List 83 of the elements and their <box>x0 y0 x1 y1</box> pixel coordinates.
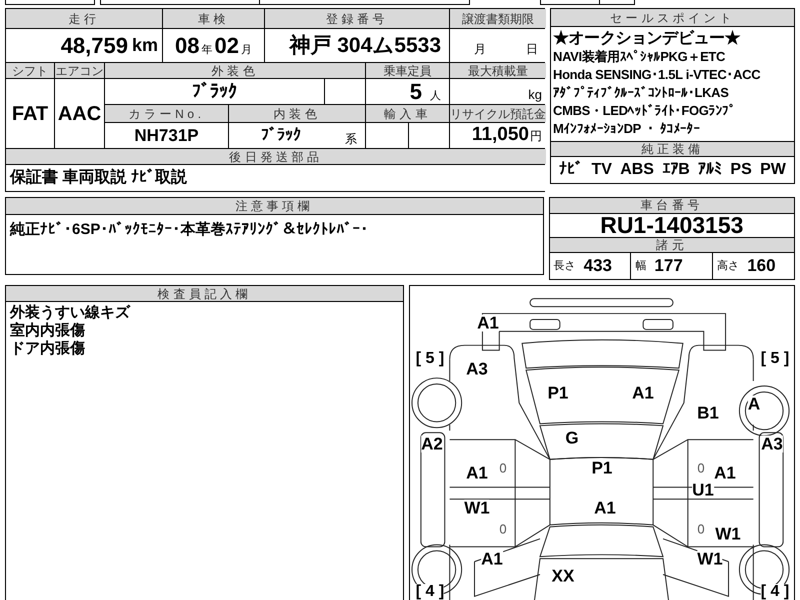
shift-value: FAT <box>6 79 54 148</box>
section-header: 検査員記入欄 <box>6 286 403 302</box>
panel-count-text: 0 <box>697 522 705 536</box>
table-header: エアコン <box>55 63 104 78</box>
deadline-value: 月 日 <box>450 29 546 62</box>
damage-code: W1 <box>715 526 741 542</box>
spec-value: 433 <box>584 255 612 278</box>
sales-point-line: CMBS・LEDﾍｯﾄﾞﾗｲﾄ･FOGﾗﾝﾌﾟ <box>553 102 737 120</box>
interior-color-value: ﾌﾞﾗｯｸ 系 <box>229 123 365 148</box>
table-header: 車検 <box>163 9 264 28</box>
table-header: リサイクル預託金 <box>450 105 546 122</box>
inspector-note: ドア内張傷 <box>10 340 86 358</box>
spec-label: 長さ <box>554 258 576 274</box>
damage-code: G <box>565 430 579 446</box>
table-header: 乗車定員 <box>366 63 449 78</box>
damage-code: U1 <box>692 482 714 498</box>
inspector-note: 室内内張傷 <box>10 322 86 340</box>
spec-label: 高さ <box>717 258 740 274</box>
table-header: 最大積載量 <box>450 63 546 78</box>
recycling-fee-value: 11,050 円 <box>450 123 546 148</box>
panel-count-text: 0 <box>499 462 507 474</box>
damage-code: A1 <box>714 464 736 482</box>
table-header: 後日発送部品 <box>6 149 546 164</box>
table-header: 走行 <box>6 9 162 28</box>
damage-code: A2 <box>421 436 443 452</box>
equipment-item: PW <box>760 160 786 180</box>
spec-label: 幅 <box>635 258 646 274</box>
panel-count-text: 0 <box>499 522 507 536</box>
sales-point-line: ★オークションデビュー★ <box>553 30 742 48</box>
section-header: 純正装備 <box>551 142 794 157</box>
damage-code: B1 <box>697 404 719 422</box>
spec-value: 177 <box>654 255 683 278</box>
damage-code: W1 <box>464 500 490 516</box>
exterior-color-value: ﾌﾞﾗｯｸ <box>105 79 324 104</box>
table-header: 外装色 <box>105 63 365 78</box>
table-header: 登録番号 <box>265 9 449 28</box>
registration-value: 神戸 304ム5533 <box>265 29 449 62</box>
damage-code: XX <box>552 568 574 584</box>
inspector-note: 外装うすい線キズ <box>10 304 132 322</box>
table-header: 輸入車 <box>366 105 449 122</box>
damage-code: A1 <box>466 464 488 482</box>
section-header: 注意事項欄 <box>6 198 543 215</box>
tread-depth-label: [ 4 ] <box>760 584 790 600</box>
section-header: セールスポイント <box>551 9 794 27</box>
damage-code: W1 <box>697 550 723 568</box>
notes-text: 純正ﾅﾋﾞ･6SP･ﾊﾞｯｸﾓﾆﾀｰ･本革巻ｽﾃｱﾘﾝｸﾞ＆ｾﾚｸﾄﾚﾊﾞｰ･ <box>8 220 370 240</box>
max-load-value: kg <box>450 79 546 104</box>
equipment-item: ABS <box>620 160 654 180</box>
capacity-value: 5 人 <box>366 79 449 104</box>
equipment-item: ｱﾙﾐ <box>698 160 722 180</box>
table-header: シフト <box>6 63 54 78</box>
sales-point-line: ｱﾀﾞﾌﾟﾃｨﾌﾞｸﾙｰｽﾞｺﾝﾄﾛｰﾙ･LKAS <box>553 84 730 102</box>
spec-value: 160 <box>747 255 776 278</box>
table-header: 譲渡書類期限 <box>450 9 546 28</box>
sales-point-line: Honda SENSING･1.5L i-VTEC･ACC <box>553 66 762 84</box>
equipment-item: ｴｱB <box>662 160 690 180</box>
damage-code: A3 <box>761 436 783 452</box>
equipment-item: TV <box>591 160 612 180</box>
damage-code: P1 <box>592 460 612 476</box>
damage-code: A1 <box>594 500 616 516</box>
section-header: 車台番号 <box>550 198 794 214</box>
inspection-value: 08 年 02 月 <box>163 29 264 62</box>
table-header: 内装色 <box>229 105 365 122</box>
damage-code: P1 <box>548 384 568 402</box>
tread-depth-label: [ 5 ] <box>416 351 444 367</box>
sales-point-line: NAVI装着用ｽﾍﾟｼｬﾙPKG＋ETC <box>553 48 726 66</box>
damage-code: A1 <box>481 550 503 568</box>
damage-code: A <box>748 396 760 412</box>
damage-code: A1 <box>477 314 499 332</box>
panel-count-text: 0 <box>697 462 705 474</box>
sales-point-line: MｲﾝﾌｫﾒｰｼｮﾝDP ・ ﾀｺﾒｰﾀｰ <box>553 120 702 138</box>
tread-depth-label: [ 5 ] <box>760 351 790 367</box>
deferred-parts-value: 保証書 車両取説 ﾅﾋﾞ取説 <box>6 165 546 191</box>
section-header: 諸元 <box>550 238 794 254</box>
color-number-value: NH731P <box>105 123 228 148</box>
mileage-value: 48,759 km <box>6 29 162 62</box>
damage-code: A1 <box>632 384 654 402</box>
equipment-item: PS <box>730 160 752 180</box>
damage-code: A3 <box>466 360 488 378</box>
table-header: カラーNo. <box>105 105 228 122</box>
aircon-value: AAC <box>55 79 104 148</box>
equipment-item: ﾅﾋﾞ <box>559 160 584 180</box>
tread-depth-label: [ 4 ] <box>416 584 444 600</box>
